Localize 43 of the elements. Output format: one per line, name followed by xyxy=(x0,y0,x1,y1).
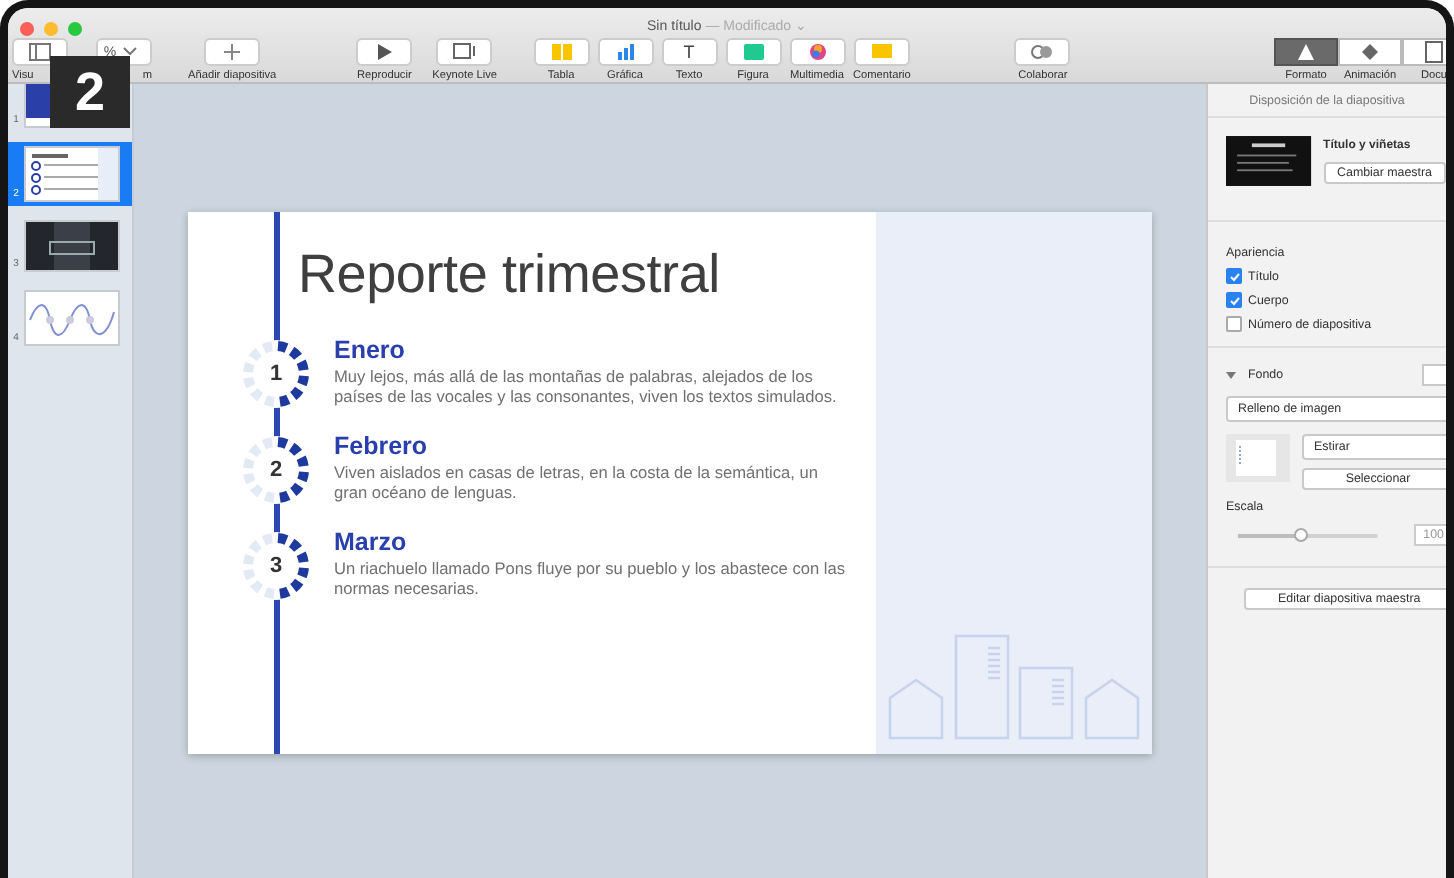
step-heading: Enero xyxy=(334,336,407,364)
people-icon xyxy=(1030,42,1055,62)
zoom-button[interactable] xyxy=(68,22,82,36)
text-glyph: T xyxy=(683,42,695,62)
slide-preview-drawing xyxy=(26,222,118,270)
step-description: Un riachuelo llamado Pons fluye por su pueblo y los abastece con las normas necesarias. xyxy=(334,558,848,598)
square-icon xyxy=(741,42,765,62)
step-number: 2 xyxy=(269,458,283,482)
note-icon xyxy=(869,42,894,62)
checkbox[interactable] xyxy=(1226,316,1242,332)
step-heading: Febrero xyxy=(334,432,430,460)
step-badge-tooltip: 2 xyxy=(50,56,130,128)
sidebar-icon xyxy=(28,42,52,62)
disclosure-triangle-icon[interactable] xyxy=(1226,370,1236,380)
slide-preview-drawing xyxy=(26,148,118,200)
screen-icon xyxy=(452,42,477,62)
checkmark-icon xyxy=(1229,295,1239,305)
step-description: Viven aislados en casas de letras, en la costa de la semántica, un gran océano de lenguas. xyxy=(334,462,820,502)
checkmark-icon xyxy=(1229,271,1239,281)
checkbox[interactable] xyxy=(1226,268,1242,284)
step-description: Muy lejos, más allá de las montañas de palabras, alejados de los países de las vocales y las consonantes, viven los textos simulados. xyxy=(334,366,839,406)
slide-preview-drawing xyxy=(26,292,118,344)
color-well[interactable] xyxy=(1422,364,1446,386)
step-number: 3 xyxy=(269,554,283,578)
dashed-ring-drawing xyxy=(242,340,310,408)
step-heading: Marzo xyxy=(334,528,409,556)
color-wheel-icon xyxy=(805,42,829,62)
master-preview-drawing xyxy=(1226,134,1312,188)
slide-title: Reporte trimestral xyxy=(298,244,722,306)
image-well-drawing xyxy=(1226,434,1290,482)
dashed-ring-drawing xyxy=(242,532,310,600)
diamond-icon xyxy=(1358,40,1382,64)
document-icon xyxy=(1422,40,1446,64)
dashed-ring-drawing xyxy=(242,436,310,504)
table-icon xyxy=(549,42,573,62)
minimize-button[interactable] xyxy=(44,22,58,36)
checkbox[interactable] xyxy=(1226,292,1242,308)
slider-thumb[interactable] xyxy=(1293,527,1307,541)
step-number: 1 xyxy=(269,362,283,386)
plus-icon xyxy=(220,42,245,62)
play-icon xyxy=(372,42,397,62)
bar-chart-icon xyxy=(613,42,637,62)
close-button[interactable] xyxy=(20,22,34,36)
